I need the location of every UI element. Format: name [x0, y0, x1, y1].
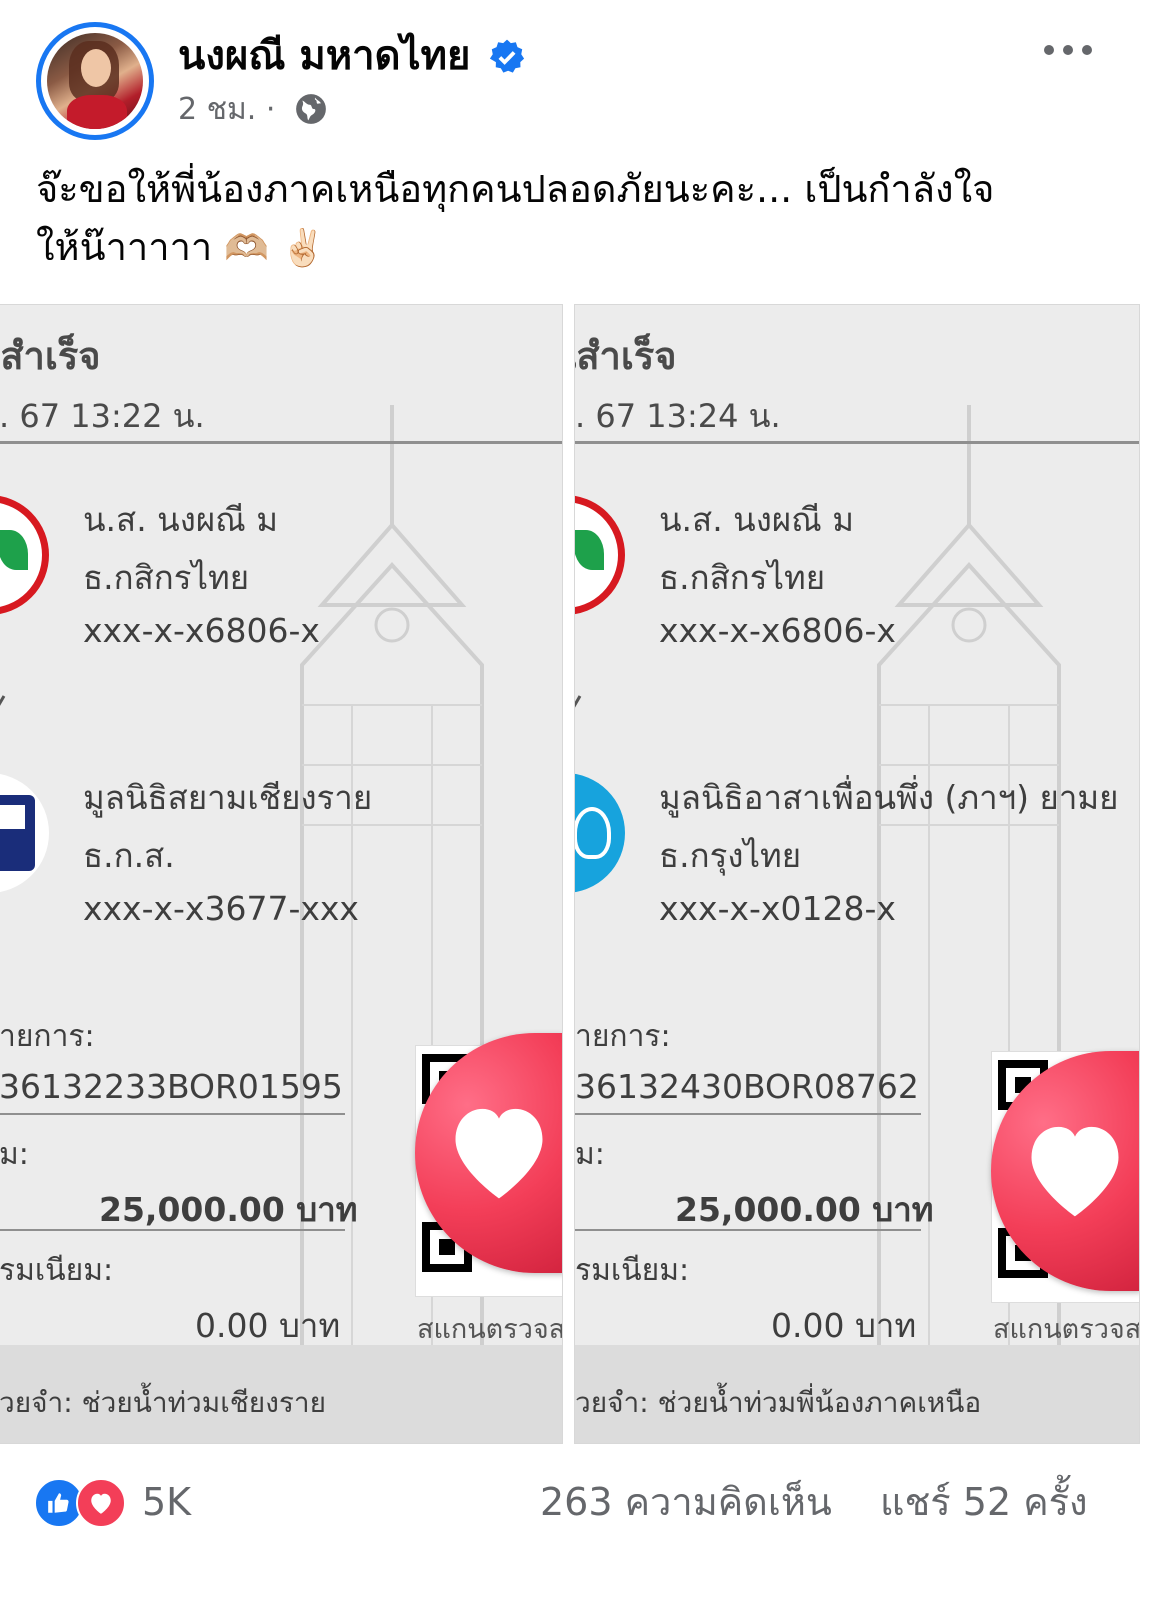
- post-emojis: 🫶🏼 ✌🏻: [224, 228, 326, 269]
- avatar-photo: [47, 33, 143, 129]
- sender-bank: ธ.กสิกรไทย: [659, 558, 826, 597]
- reactions-count[interactable]: 5K: [142, 1478, 191, 1526]
- kbank-logo: [575, 495, 625, 615]
- shares-count[interactable]: แชร์ 52 ครั้ง: [880, 1478, 1088, 1526]
- reaction-icons[interactable]: [34, 1478, 134, 1530]
- slip-memo: ่วยจำ: ช่วยน้ำท่วมเชียงราย: [0, 1386, 327, 1419]
- transfer-slip-1[interactable]: วันสำเร็จ . 67 13:22 น. น.ส. นงผณี ม ธ.ก…: [0, 304, 563, 1444]
- slip-title: วันสำเร็จ: [0, 334, 101, 378]
- baac-logo: [0, 773, 49, 893]
- slip-title: วันสำเร็จ: [575, 334, 677, 378]
- sender-account: xxx-x-x6806-x: [83, 611, 320, 650]
- slip-datetime: . 67 13:22 น.: [0, 397, 205, 435]
- scan-verify-text: สแกนตรวจส: [993, 1314, 1140, 1345]
- post-text: จ๊ะขอให้พี่น้องภาคเหนือทุกคนปลอดภัยนะคะ.…: [36, 160, 1136, 278]
- avatar[interactable]: [36, 22, 154, 140]
- more-dots-icon[interactable]: [1044, 32, 1104, 68]
- globe-icon: [296, 94, 326, 124]
- slip-datetime: . 67 13:24 น.: [575, 397, 781, 435]
- verified-badge-icon: [489, 39, 525, 73]
- sender-name: น.ส. นงผณี ม: [659, 500, 855, 539]
- post-time[interactable]: 2 ชม. ·: [178, 92, 275, 128]
- author-name[interactable]: นงผณี มหาดไทย: [178, 30, 470, 82]
- post-media[interactable]: วันสำเร็จ . 67 13:22 น. น.ส. นงผณี ม ธ.ก…: [0, 304, 1170, 1444]
- arrow-down-icon: [0, 695, 6, 709]
- sender-bank: ธ.กสิกรไทย: [83, 558, 250, 597]
- comments-count[interactable]: 263 ความคิดเห็น: [540, 1478, 832, 1526]
- reference-value: 36132430BOR08762: [575, 1067, 919, 1106]
- reference-label: ายการ:: [0, 1019, 95, 1054]
- ktb-logo: [575, 773, 625, 893]
- post-text-line2: ให้น๊าาาาา: [36, 225, 213, 269]
- receiver-bank: ธ.กรุงไทย: [659, 836, 802, 875]
- receiver-account: xxx-x-x3677-xxx: [83, 889, 359, 928]
- slip-divider: [575, 441, 1139, 444]
- fee-label: รมเนียม:: [575, 1253, 690, 1288]
- post-header: นงผณี มหาดไทย 2 ชม. ·: [0, 0, 1170, 150]
- kbank-logo: [0, 495, 49, 615]
- slip-memo: ่วยจำ: ช่วยน้ำท่วมพี่น้องภาคเหนือ: [575, 1386, 982, 1419]
- amount-label: ม:: [0, 1137, 29, 1172]
- reference-value: 36132233BOR01595: [0, 1067, 343, 1106]
- transfer-slip-2[interactable]: วันสำเร็จ . 67 13:24 น. น.ส. นงผณี ม ธ.ก…: [574, 304, 1140, 1444]
- post-text-line1: จ๊ะขอให้พี่น้องภาคเหนือทุกคนปลอดภัยนะคะ.…: [36, 167, 995, 211]
- post-stats: 5K 263 ความคิดเห็น แชร์ 52 ครั้ง: [0, 1444, 1170, 1564]
- fee-label: รมเนียม:: [0, 1253, 114, 1288]
- sender-name: น.ส. นงผณี ม: [83, 500, 279, 539]
- receiver-name: มูลนิธิสยามเชียงราย: [83, 778, 373, 817]
- amount-label: ม:: [575, 1137, 605, 1172]
- receiver-account: xxx-x-x0128-x: [659, 889, 896, 928]
- receiver-bank: ธ.ก.ส.: [83, 836, 175, 875]
- reference-label: ายการ:: [575, 1019, 671, 1054]
- sender-account: xxx-x-x6806-x: [659, 611, 896, 650]
- scan-verify-text: สแกนตรวจส: [417, 1314, 563, 1345]
- receiver-name: มูลนิธิอาสาเพื่อนพึ่ง (ภาฯ) ยามย: [659, 778, 1119, 817]
- arrow-down-icon: [575, 695, 582, 709]
- love-icon: [76, 1478, 126, 1528]
- slip-divider: [0, 441, 562, 444]
